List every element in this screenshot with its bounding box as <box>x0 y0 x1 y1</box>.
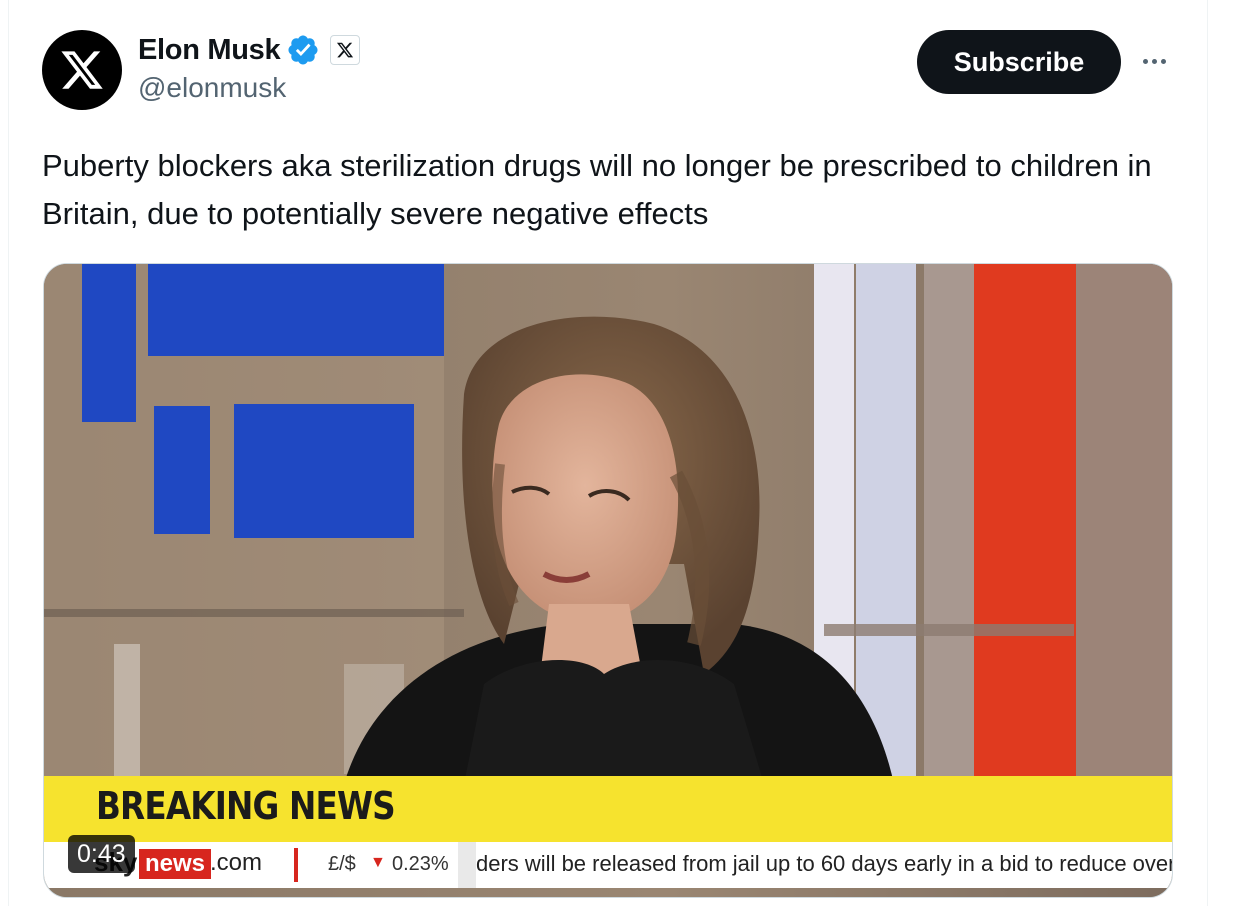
down-arrow-icon: ▼ <box>370 854 386 871</box>
tweet-text: Puberty blockers aka sterilization drugs… <box>42 148 1152 231</box>
x-logo-icon <box>61 51 103 89</box>
author-name-row: Elon Musk <box>138 30 361 70</box>
ticker-headline: ders will be released from jail up to 60… <box>476 851 1172 876</box>
video-player[interactable]: BREAKING NEWS sky news .com £/$ ▼ 0.23% … <box>43 263 1173 898</box>
currency-change-value: 0.23% <box>392 853 449 875</box>
author-handle[interactable]: @elonmusk <box>138 72 286 104</box>
more-dot <box>1142 58 1148 64</box>
subscribe-button[interactable]: Subscribe <box>917 30 1121 94</box>
x-affiliate-badge-icon[interactable] <box>330 35 361 65</box>
currency-pair-label: £/$ <box>328 853 356 875</box>
breaking-news-headline: BREAKING NEWS <box>96 784 396 828</box>
author-display-name[interactable]: Elon Musk <box>138 34 281 67</box>
ticker-separator <box>294 848 298 882</box>
verified-badge-icon[interactable] <box>286 33 320 67</box>
ticker-gap <box>458 842 476 888</box>
sky-news-domain: .com <box>210 849 263 876</box>
avatar[interactable] <box>42 30 122 110</box>
video-duration-badge: 0:43 <box>68 835 135 873</box>
sky-news-logo: news <box>139 849 212 879</box>
more-dot <box>1160 58 1166 64</box>
more-options-icon[interactable] <box>1136 46 1172 76</box>
x-logo-icon <box>337 42 354 58</box>
more-dot <box>1151 58 1157 64</box>
